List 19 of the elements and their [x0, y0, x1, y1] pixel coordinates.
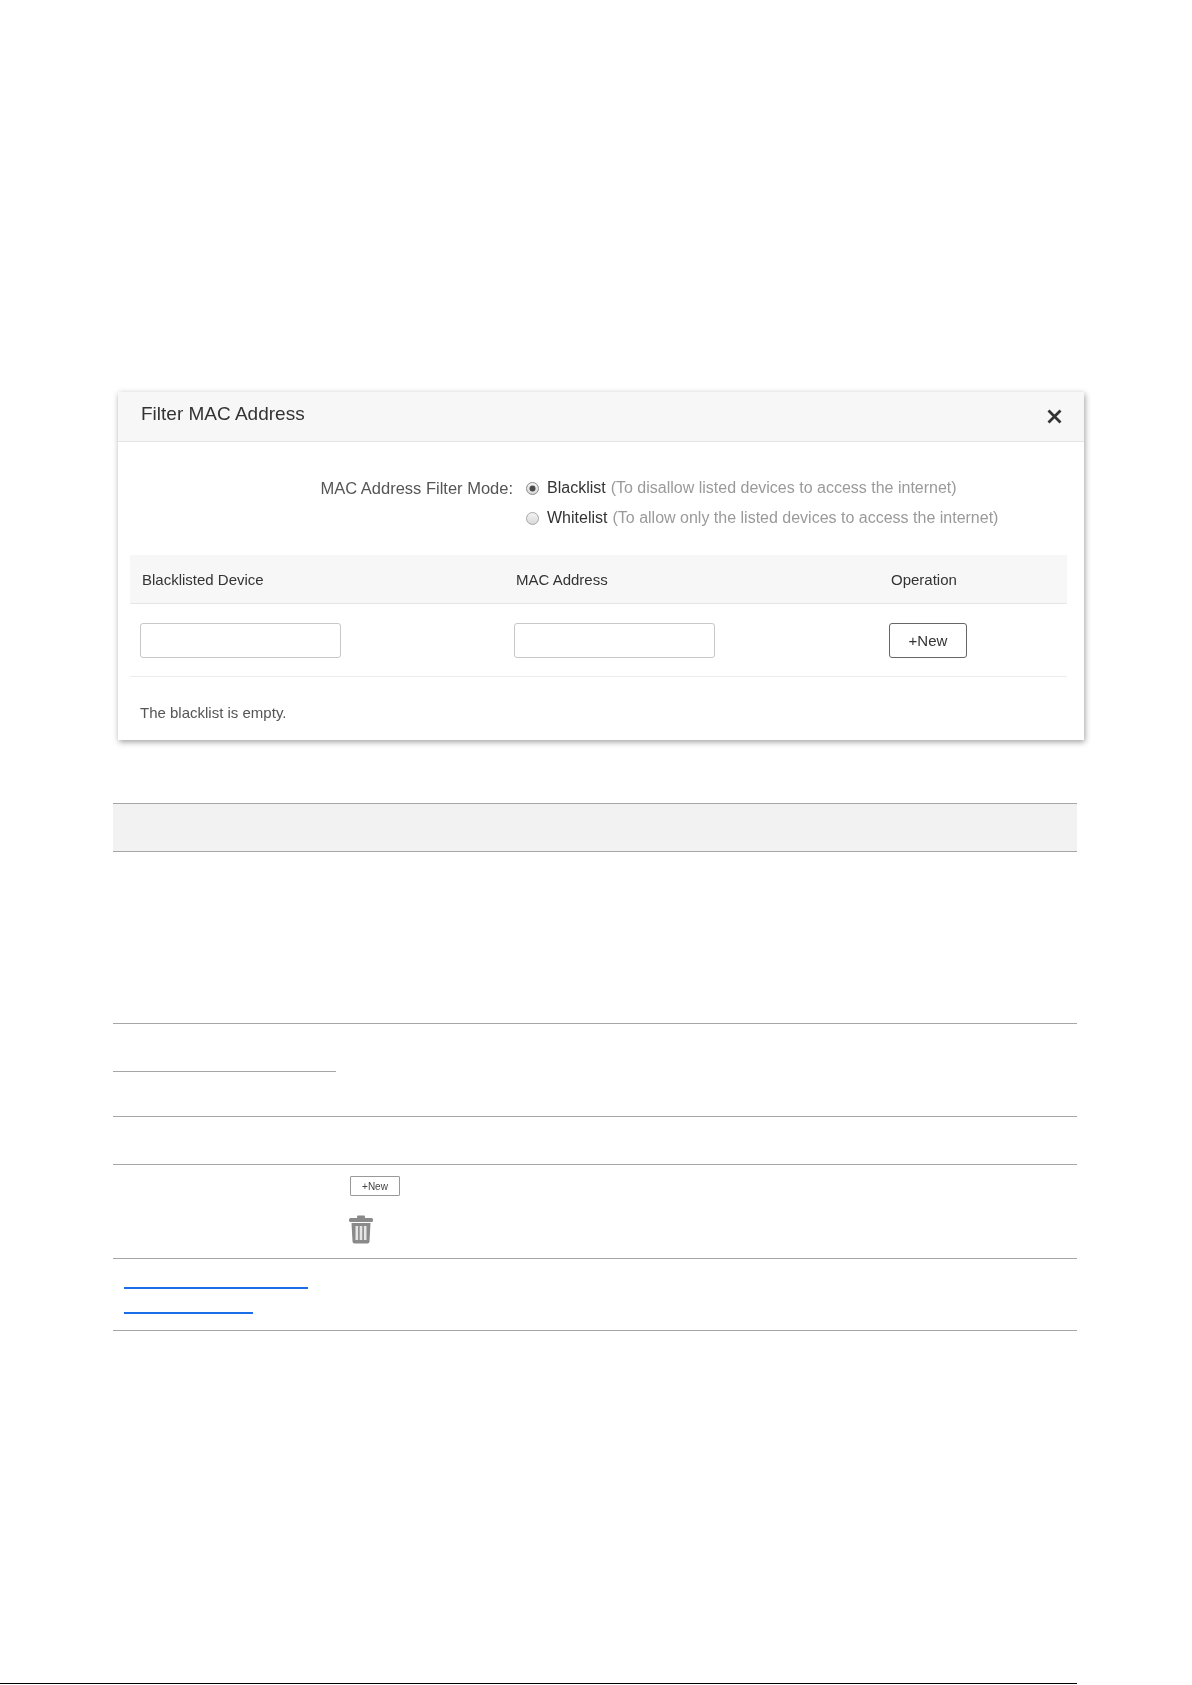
column-header: Operation: [890, 570, 957, 588]
option-description: (To disallow listed devices to access the internet): [610, 479, 957, 497]
close-button[interactable]: [1047, 408, 1062, 424]
device-name-field[interactable]: [140, 622, 341, 658]
column-header: Blacklisted Device: [141, 570, 264, 588]
empty-list-message: The blacklist is empty.: [140, 704, 287, 721]
option-label: Blacklist: [547, 479, 606, 497]
option-label: Whitelist: [547, 509, 608, 527]
dialog-title: Filter MAC Address: [141, 403, 305, 425]
new-button[interactable]: +New: [889, 622, 967, 658]
trash-icon: [348, 1215, 374, 1244]
close-icon: [1047, 408, 1062, 424]
mac-address-field[interactable]: [514, 622, 715, 658]
column-header: MAC Address: [515, 570, 608, 588]
radio-button[interactable]: [526, 511, 539, 525]
new-button[interactable]: +New: [350, 1176, 400, 1196]
radio-button[interactable]: [526, 481, 539, 495]
option-description: (To allow only the listed devices to access the internet): [612, 509, 999, 527]
filter-mode-label: MAC Address Filter Mode:: [320, 478, 513, 498]
